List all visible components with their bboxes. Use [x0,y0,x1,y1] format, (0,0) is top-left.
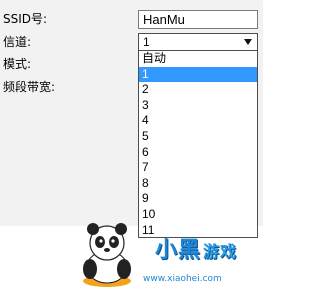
channel-dropdown-list[interactable]: 自动 1 2 3 4 5 6 7 8 9 10 11 [138,51,258,238]
channel-select[interactable]: 1 [138,33,258,51]
channel-option-1[interactable]: 1 [139,66,257,83]
dropdown-arrow-icon[interactable] [244,39,252,45]
channel-select-value: 1 [143,35,150,49]
ssid-input-value: HanMu [143,12,185,27]
channel-option-9[interactable]: 9 [139,191,257,207]
channel-option-auto[interactable]: 自动 [139,51,257,67]
site-logo: 小黑 游戏 [155,232,237,264]
channel-option-6[interactable]: 6 [139,145,257,161]
ssid-label: SSID号: [3,12,48,26]
channel-label: 信道: [3,35,32,49]
channel-option-4[interactable]: 4 [139,113,257,129]
logo-main-text: 小黑 [155,238,202,263]
logo-sub-text: 游戏 [203,242,238,261]
channel-option-8[interactable]: 8 [139,176,257,192]
channel-option-7[interactable]: 7 [139,160,257,176]
bandwidth-label: 频段带宽: [3,80,56,94]
panda-mascot-icon [83,223,131,287]
channel-option-10[interactable]: 10 [139,207,257,223]
ssid-input[interactable]: HanMu [138,10,258,29]
watermark-url: www.xiaohei.com [143,274,222,284]
channel-option-3[interactable]: 3 [139,98,257,114]
channel-option-5[interactable]: 5 [139,129,257,145]
channel-option-2[interactable]: 2 [139,82,257,98]
mode-label: 模式: [3,57,32,71]
